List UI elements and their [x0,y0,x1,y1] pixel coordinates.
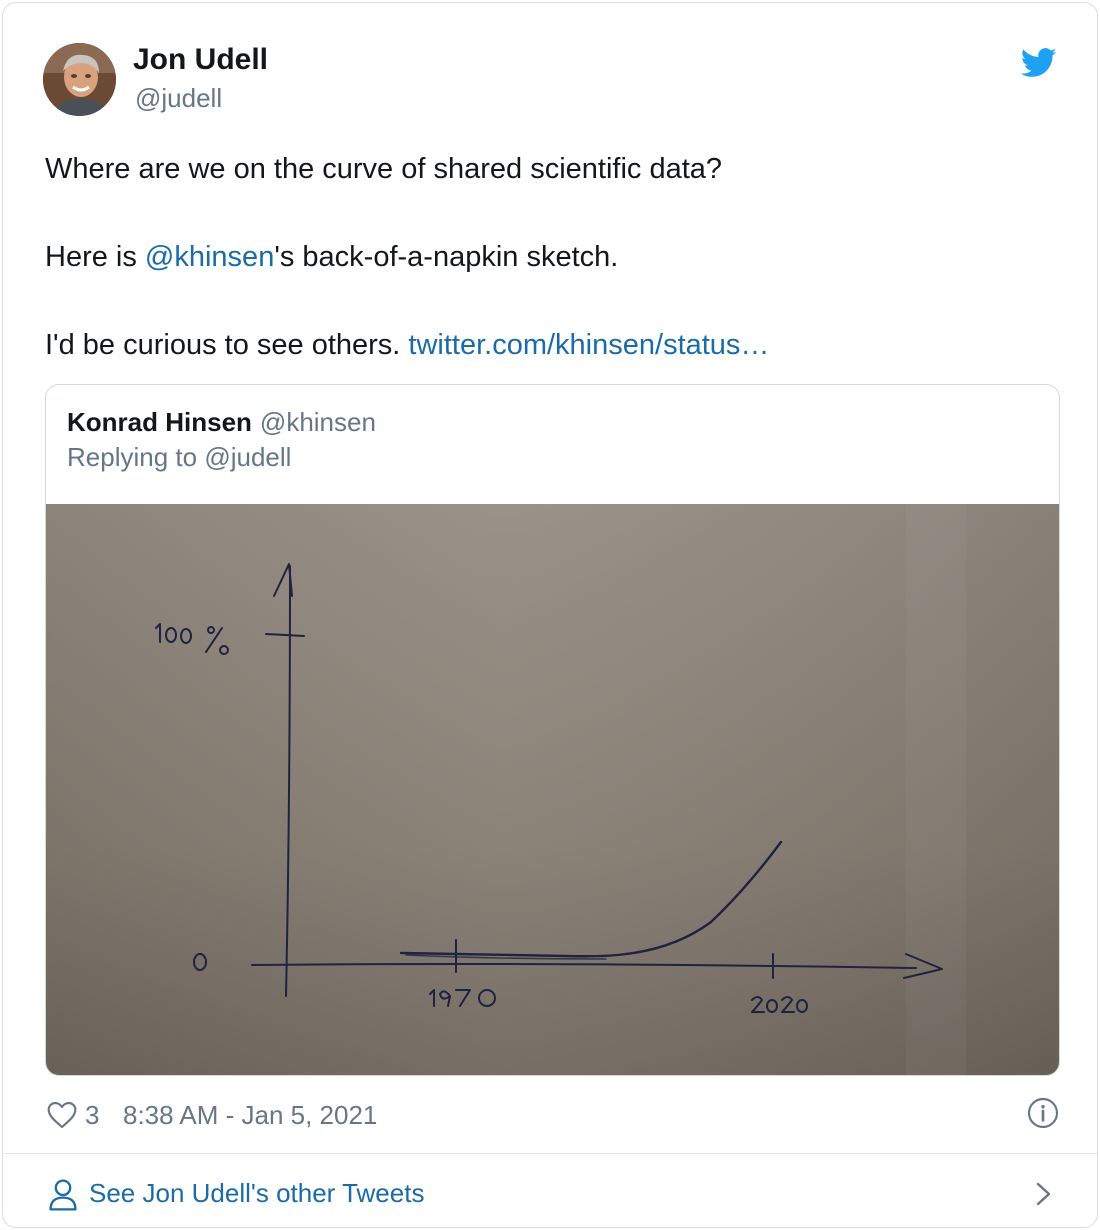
tweet-text: Where are we on the curve of shared scie… [45,147,1045,367]
author-avatar[interactable] [43,43,116,116]
tweet-line-2-after: 's back-of-a-napkin sketch. [274,241,619,273]
author-handle[interactable]: @judell [135,83,222,114]
mention-link[interactable]: @khinsen [145,241,274,273]
tweet-line-2-before: Here is [45,241,145,273]
quoted-tweet[interactable]: Konrad Hinsen @khinsen Replying to @judel… [45,384,1060,1076]
like-count[interactable]: 3 [85,1100,99,1131]
heart-icon[interactable] [45,1099,79,1131]
status-link[interactable]: twitter.com/khinsen/status… [408,329,769,361]
tweet-line-3-before: I'd be curious to see others. [45,329,409,361]
author-name[interactable]: Jon Udell [133,43,268,77]
info-icon[interactable] [1027,1097,1059,1129]
see-other-tweets-link[interactable]: See Jon Udell's other Tweets [45,1173,1057,1213]
quoted-author-name: Konrad Hinsen [67,407,252,437]
tweet-timestamp[interactable]: 8:38 AM - Jan 5, 2021 [123,1100,377,1131]
twitter-bird-icon[interactable] [1021,47,1057,79]
napkin-sketch-image[interactable] [46,504,1059,1075]
tweet-line-2: Here is @khinsen's back-of-a-napkin sket… [45,235,1045,279]
replying-to-handle: @judell [204,442,292,472]
replying-to-prefix: Replying to [67,442,205,472]
see-other-tweets-label[interactable]: See Jon Udell's other Tweets [89,1178,424,1209]
tweet-line-1: Where are we on the curve of shared scie… [45,153,723,185]
person-icon [49,1179,77,1211]
chevron-right-icon[interactable] [1035,1181,1053,1207]
quoted-author-handle: @khinsen [259,407,376,437]
quoted-author: Konrad Hinsen @khinsen [67,407,376,438]
tweet-line-3: I'd be curious to see others. twitter.co… [45,323,1045,367]
embedded-tweet-card: Jon Udell @judell Where are we on the cu… [2,2,1098,1228]
replying-to: Replying to @judell [67,442,291,473]
divider [3,1153,1097,1154]
tweet-footer: 3 8:38 AM - Jan 5, 2021 [45,1097,1065,1133]
